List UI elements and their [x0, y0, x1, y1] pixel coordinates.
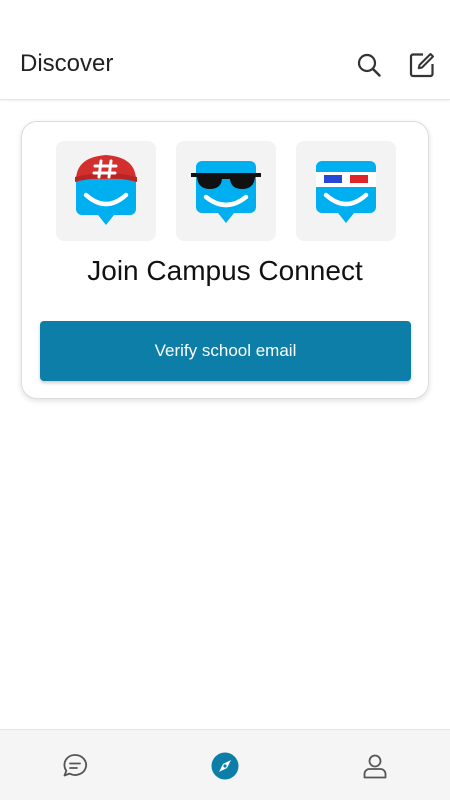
avatar-tile — [176, 141, 276, 241]
compose-icon — [409, 53, 434, 78]
avatar-tile — [56, 141, 156, 241]
bottom-nav — [0, 729, 450, 800]
search-button[interactable] — [352, 48, 386, 82]
groupme-cap-avatar-icon — [75, 155, 137, 225]
avatar-tile — [296, 141, 396, 241]
nav-profile[interactable] — [357, 748, 393, 784]
app-header: Discover — [0, 0, 450, 100]
page-title: Discover — [20, 50, 114, 77]
groupme-3d-glasses-avatar-icon — [316, 161, 376, 223]
compass-icon — [211, 752, 239, 780]
campus-connect-card: Join Campus Connect Verify school email — [21, 121, 429, 399]
nav-discover[interactable] — [207, 748, 243, 784]
chat-bubble-icon — [63, 754, 87, 777]
search-icon — [357, 53, 381, 77]
nav-chats[interactable] — [57, 748, 93, 784]
groupme-sunglasses-avatar-icon — [191, 161, 261, 223]
verify-school-email-button[interactable]: Verify school email — [40, 321, 411, 381]
profile-icon — [363, 754, 387, 779]
card-title: Join Campus Connect — [87, 255, 363, 286]
compose-button[interactable] — [405, 48, 439, 82]
